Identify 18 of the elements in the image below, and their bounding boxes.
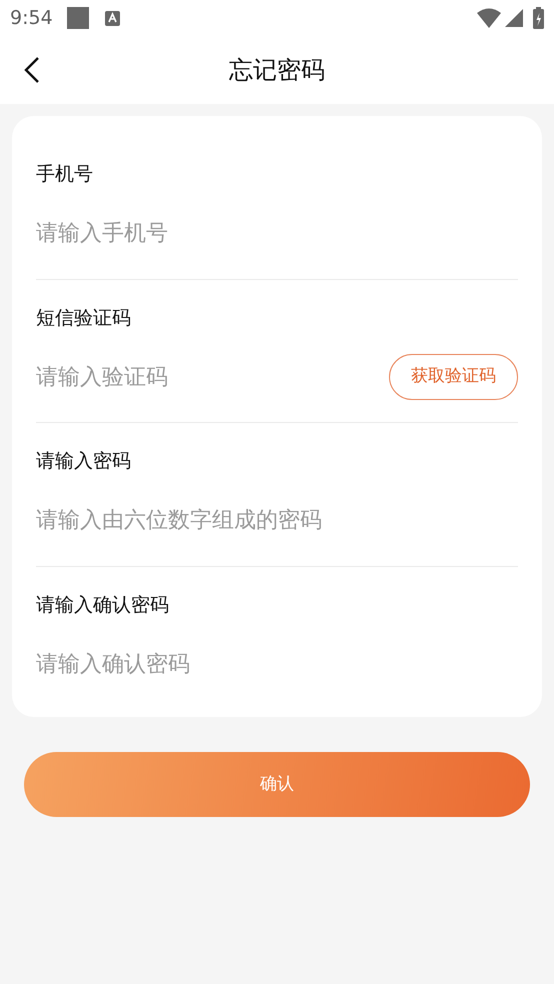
page-title: 忘记密码 — [229, 55, 325, 86]
field-label: 请输入确认密码 — [36, 592, 170, 618]
back-button[interactable] — [22, 56, 42, 84]
field-label: 短信验证码 — [36, 306, 132, 330]
battery-icon — [533, 7, 544, 29]
input-field[interactable]: 请输入确认密码 — [36, 648, 518, 680]
keyboard-a-icon — [104, 10, 120, 26]
input-field[interactable]: 请输入手机号 — [36, 217, 518, 250]
field-label: 手机号 — [36, 162, 94, 187]
signal-icon — [505, 9, 523, 27]
wifi-icon — [477, 8, 501, 28]
confirm-button[interactable]: 确认 — [24, 752, 530, 817]
input-field[interactable]: 请输入验证码 — [36, 360, 381, 394]
get-code-button[interactable]: 获取验证码 — [389, 354, 518, 400]
field-label: 请输入密码 — [36, 449, 132, 474]
notification-square-icon — [66, 7, 89, 29]
clock-time: 9:54 — [10, 6, 53, 31]
input-field[interactable]: 请输入由六位数字组成的密码 — [36, 504, 518, 537]
